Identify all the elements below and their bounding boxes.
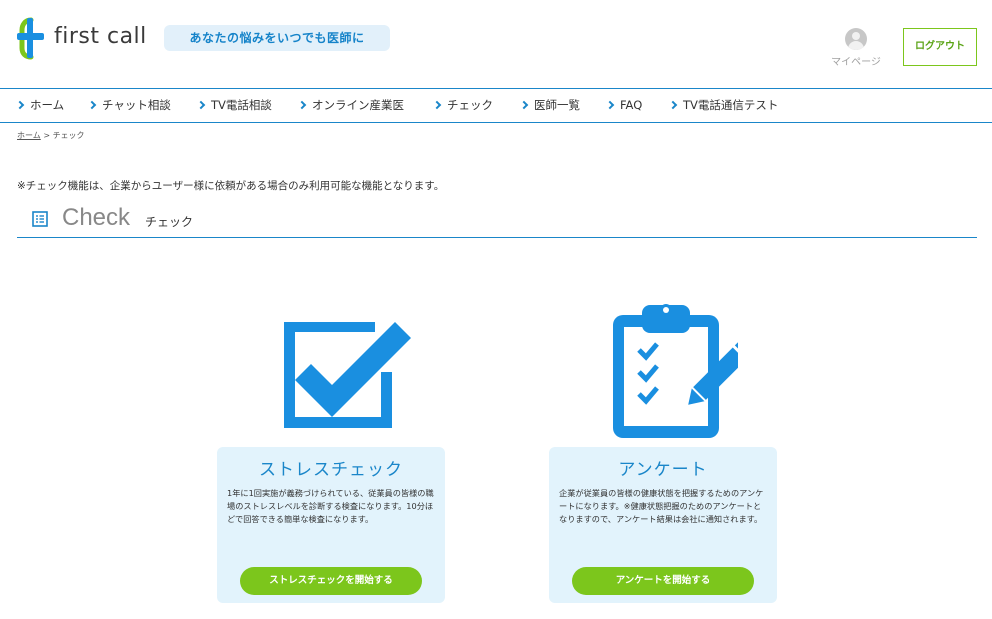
nav-item-doctors[interactable]: 医師一覧 [519, 89, 580, 122]
nav-item-label: TV電話通信テスト [683, 98, 779, 112]
chevron-right-icon [15, 100, 25, 110]
breadcrumb: ホーム > チェック [17, 130, 85, 141]
card-title: ストレスチェック [259, 460, 403, 480]
chevron-right-icon [297, 100, 307, 110]
chevron-right-icon [87, 100, 97, 110]
main-nav: ホーム チャット相談 TV電話相談 オンライン産業医 チェック 医師一覧 FAQ… [0, 88, 992, 123]
start-questionnaire-button[interactable]: アンケートを開始する [572, 567, 754, 595]
questionnaire-card: アンケート 企業が従業員の皆様の健康状態を把握するためのアンケートになります。※… [549, 447, 777, 603]
nav-item-label: オンライン産業医 [312, 98, 404, 112]
notice-text: ※チェック機能は、企業からユーザー様に依頼がある場合のみ利用可能な機能となります… [17, 180, 445, 192]
nav-item-label: 医師一覧 [534, 98, 580, 112]
stress-check-card: ストレスチェック 1年に1回実施が義務づけられている、従業員の皆様の職場のストレ… [217, 447, 445, 603]
chevron-right-icon [432, 100, 442, 110]
tagline-badge: あなたの悩みをいつでも医師に [164, 25, 390, 51]
chevron-right-icon [519, 100, 529, 110]
avatar-icon [845, 28, 867, 50]
start-stress-check-button[interactable]: ストレスチェックを開始する [240, 567, 422, 595]
card-description: 企業が従業員の皆様の健康状態を把握するためのアンケートになります。※健康状態把握… [559, 488, 764, 524]
logo-cross-icon[interactable] [17, 16, 45, 60]
chevron-right-icon [668, 100, 678, 110]
site-header: first call あなたの悩みをいつでも医師に マイページ ログアウト [0, 0, 992, 88]
section-title-ja: チェック [145, 215, 194, 229]
nav-item-label: ホーム [30, 98, 65, 112]
breadcrumb-current: チェック [52, 131, 85, 140]
nav-item-label: チェック [447, 98, 493, 112]
mypage-label: マイページ [831, 57, 881, 68]
list-icon [32, 211, 48, 227]
card-title: アンケート [618, 460, 708, 480]
nav-item-label: チャット相談 [102, 98, 171, 112]
breadcrumb-separator: > [43, 131, 51, 140]
card-description: 1年に1回実施が義務づけられている、従業員の皆様の職場のストレスレベルを診断する… [227, 488, 434, 524]
section-title-en: Check [62, 204, 131, 231]
logout-button[interactable]: ログアウト [903, 28, 977, 66]
breadcrumb-home-link[interactable]: ホーム [17, 131, 41, 140]
nav-item-label: TV電話相談 [211, 98, 272, 112]
chevron-right-icon [605, 100, 615, 110]
chevron-right-icon [196, 100, 206, 110]
nav-item-home[interactable]: ホーム [15, 89, 65, 122]
nav-item-label: FAQ [620, 98, 643, 112]
nav-item-tv-test[interactable]: TV電話通信テスト [668, 89, 779, 122]
nav-item-check[interactable]: チェック [432, 89, 493, 122]
logo-text[interactable]: first call [54, 24, 147, 49]
nav-item-online-doctor[interactable]: オンライン産業医 [297, 89, 404, 122]
nav-item-tv-call[interactable]: TV電話相談 [196, 89, 272, 122]
mypage-link[interactable]: マイページ [826, 28, 886, 68]
section-heading: Check チェック [17, 202, 977, 238]
nav-item-chat[interactable]: チャット相談 [87, 89, 171, 122]
clipboard-icon [613, 304, 738, 438]
checkbox-icon [284, 322, 411, 428]
nav-item-faq[interactable]: FAQ [605, 89, 643, 122]
